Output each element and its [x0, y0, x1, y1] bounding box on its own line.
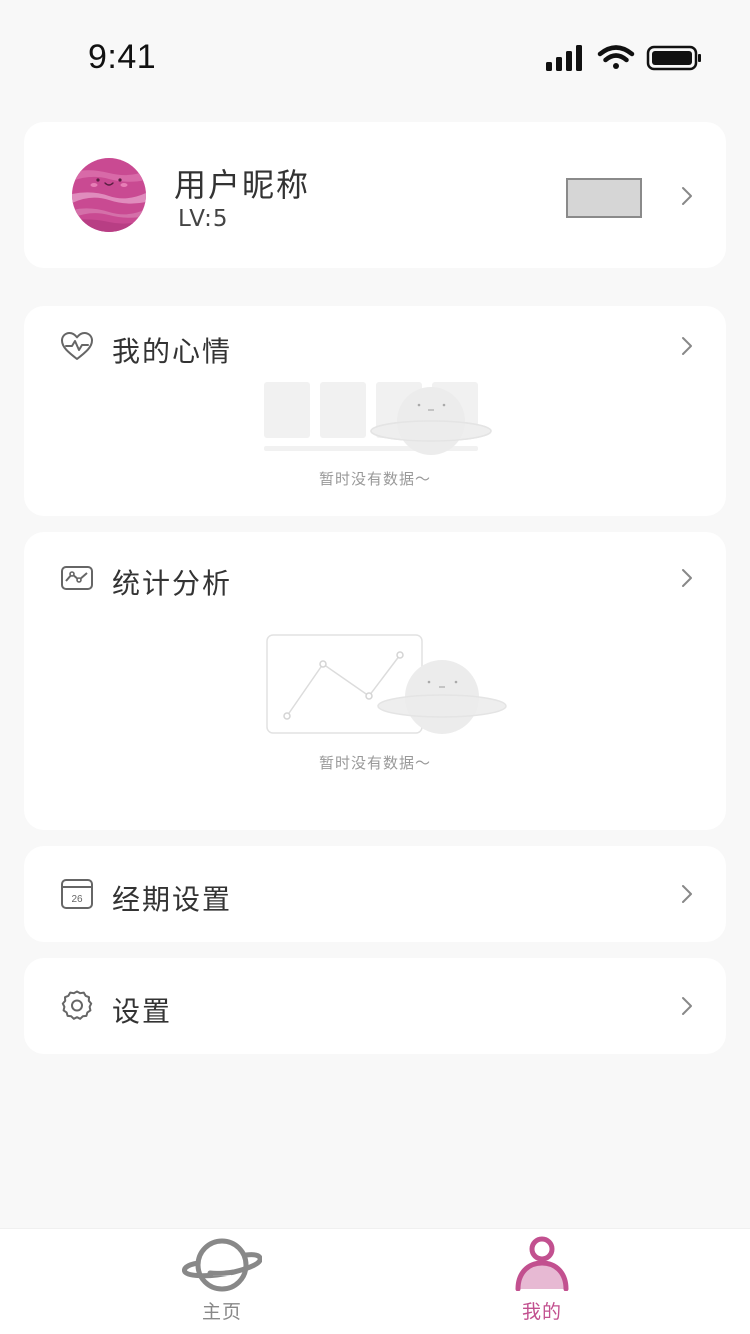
- planet-icon: [181, 1237, 263, 1297]
- period-settings-row[interactable]: 26 经期设置: [24, 846, 726, 942]
- stats-title: 统计分析: [112, 567, 233, 600]
- battery-icon: [646, 45, 701, 71]
- chart-card-icon: [60, 562, 94, 596]
- period-settings-title: 经期设置: [112, 883, 233, 916]
- gear-icon: [60, 989, 94, 1023]
- tab-bar: 主页 我的: [0, 1228, 750, 1334]
- person-icon: [512, 1235, 572, 1295]
- calendar-icon: 26: [60, 877, 94, 911]
- settings-title: 设置: [112, 995, 173, 1028]
- chevron-right-icon: [680, 335, 694, 357]
- user-level: LV:5: [178, 206, 229, 232]
- heart-pulse-icon: [60, 330, 94, 364]
- chevron-right-icon: [680, 567, 694, 589]
- empty-state-illustration: [266, 634, 508, 742]
- mood-title: 我的心情: [112, 335, 233, 368]
- chevron-right-icon: [680, 185, 694, 207]
- profile-card[interactable]: 用户昵称 LV:5: [24, 122, 726, 268]
- tab-mine[interactable]: 我的: [462, 1229, 622, 1334]
- placeholder-image: [566, 178, 642, 218]
- user-nickname: 用户昵称: [174, 166, 311, 204]
- signal-icon: [546, 45, 582, 71]
- chevron-right-icon: [680, 995, 694, 1017]
- wifi-icon: [597, 45, 635, 69]
- calendar-day: 26: [71, 894, 83, 905]
- status-time: 9:41: [88, 38, 157, 76]
- tab-home[interactable]: 主页: [142, 1229, 302, 1334]
- tab-home-label: 主页: [201, 1301, 242, 1323]
- settings-row[interactable]: 设置: [24, 958, 726, 1054]
- status-bar: 9:41: [0, 0, 750, 100]
- empty-state-illustration: [262, 378, 494, 460]
- stats-empty-text: 暂时没有数据～: [318, 754, 431, 772]
- status-icons: [546, 44, 702, 76]
- tab-mine-label: 我的: [521, 1301, 562, 1323]
- mood-card[interactable]: 我的心情 暂时没有数据～: [24, 306, 726, 516]
- stats-card[interactable]: 统计分析 暂时没有数据～: [24, 532, 726, 830]
- planet-avatar-icon[interactable]: [72, 158, 146, 232]
- mood-empty-text: 暂时没有数据～: [318, 470, 431, 488]
- chevron-right-icon: [680, 883, 694, 905]
